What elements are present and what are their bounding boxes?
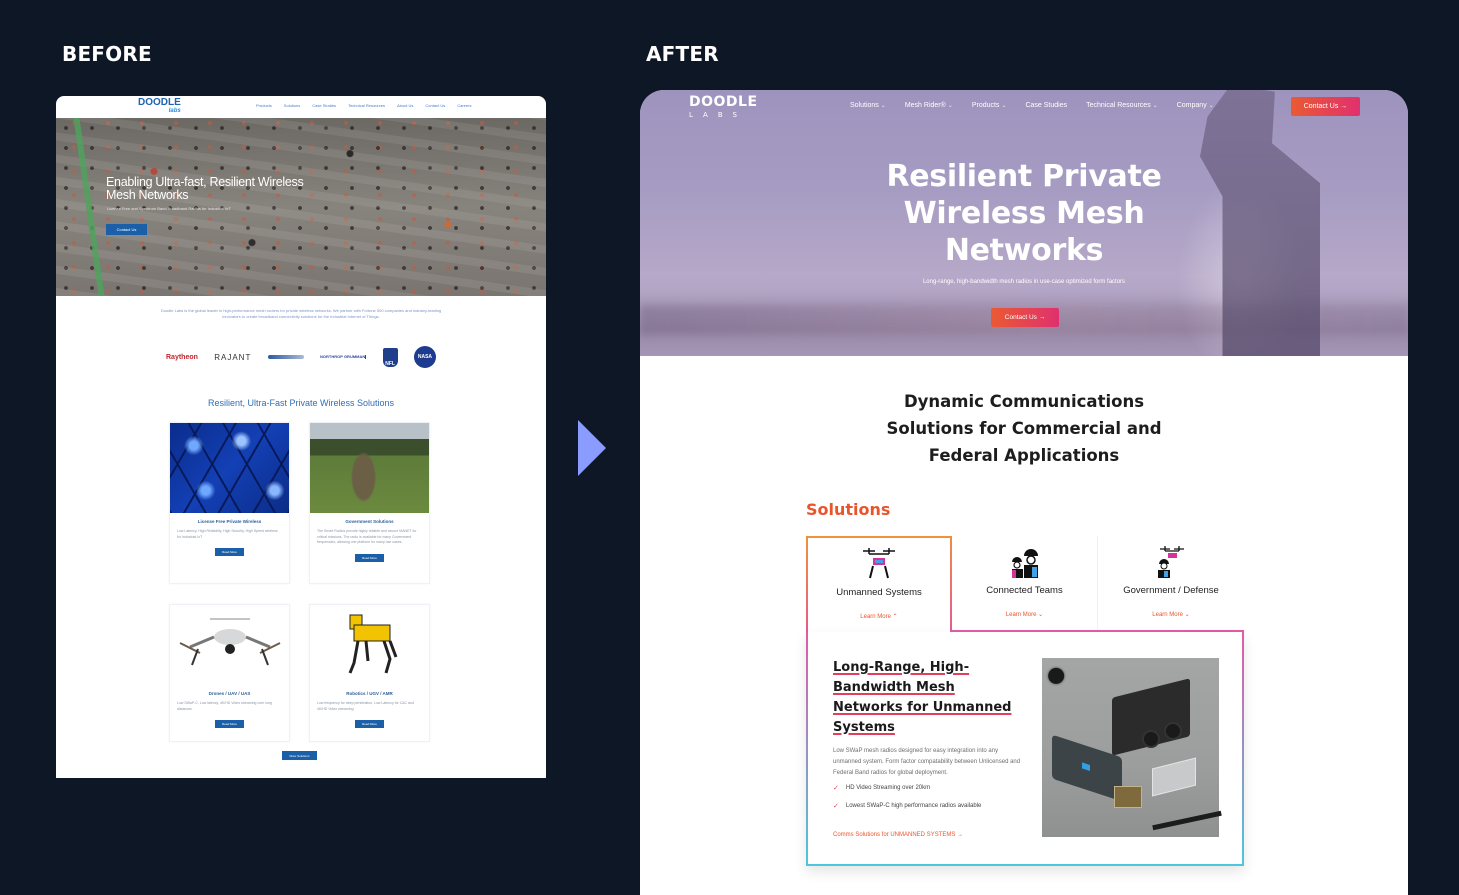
tab-border-decoration bbox=[950, 536, 952, 632]
read-more-button[interactable]: Read More bbox=[355, 720, 384, 728]
hexagon-network-image bbox=[170, 423, 289, 513]
nav-item-company[interactable]: Company ⌄ bbox=[1177, 102, 1214, 109]
panel-title: Long-Range, High- Bandwidth Mesh Network… bbox=[833, 660, 1012, 735]
before-label: BEFORE bbox=[62, 42, 152, 66]
nav-item-technical-resources[interactable]: Technical Resources ⌄ bbox=[1086, 102, 1158, 109]
chevron-down-icon: ⌄ bbox=[1152, 103, 1158, 109]
card-text: Low SWaP-C, Low latency, 4K/HD Video str… bbox=[177, 701, 272, 711]
hero-contact-button[interactable]: Contact Us → bbox=[991, 308, 1059, 327]
after-screenshot: DOODLE LABS Solutions ⌄ Mesh Rider® ⌄ Prod… bbox=[640, 90, 1408, 895]
propeller bbox=[1152, 810, 1222, 831]
hero-image-decoration bbox=[73, 118, 105, 296]
nav-contact-button[interactable]: Contact Us → bbox=[1291, 97, 1360, 116]
comms-solutions-link[interactable]: Comms Solutions for UNMANNED SYSTEMS → bbox=[833, 832, 963, 838]
before-section-title: Resilient, Ultra-Fast Private Wireless S… bbox=[207, 398, 395, 408]
after-logo[interactable]: DOODLE LABS bbox=[689, 94, 758, 122]
checkmark-icon: ✓ bbox=[833, 785, 839, 792]
after-hero-subtitle: Long-range, high-bandwidth mesh radios i… bbox=[922, 279, 1126, 285]
antenna-connector bbox=[1164, 722, 1182, 740]
learn-more-link[interactable]: Learn More ⌄ bbox=[952, 611, 1097, 618]
card-text: Low Latency, High Reliability, High Secu… bbox=[177, 529, 278, 539]
after-hero-title: Resilient Private Wireless Mesh Networks bbox=[886, 159, 1162, 268]
antenna-connector bbox=[1142, 730, 1160, 748]
before-navbar: DOODLE labs Products Solutions Case Stud… bbox=[56, 96, 546, 118]
solutions-heading: Solutions bbox=[806, 500, 891, 519]
ge-logo bbox=[267, 355, 304, 359]
after-label: AFTER bbox=[646, 42, 719, 66]
before-nav-item[interactable]: Solutions bbox=[284, 103, 300, 108]
before-hero: Enabling Ultra-fast, Resilient Wireless … bbox=[56, 118, 546, 296]
before-screenshot: DOODLE labs Products Solutions Case Stud… bbox=[56, 96, 546, 778]
before-nav-item[interactable]: Contact Us bbox=[425, 103, 445, 108]
card-text: Low frequency for deep penetration, Low … bbox=[317, 701, 414, 711]
before-nav-item[interactable]: Products bbox=[256, 103, 272, 108]
before-hero-title: Enabling Ultra-fast, Resilient Wireless … bbox=[106, 175, 304, 202]
before-nav-item[interactable]: Technical Resources bbox=[348, 103, 385, 108]
before-logo[interactable]: DOODLE labs bbox=[138, 98, 181, 116]
learn-more-link[interactable]: Learn More ⌃ bbox=[808, 613, 950, 620]
learn-more-link[interactable]: Learn More ⌄ bbox=[1098, 611, 1244, 618]
before-contact-button[interactable]: Contact Us bbox=[106, 224, 147, 235]
feature-item: ✓ Lowest SWaP-C high performance radios … bbox=[833, 803, 982, 810]
chevron-down-icon: ⌄ bbox=[947, 103, 953, 109]
feature-list: ✓ HD Video Streaming over 20km ✓ Lowest … bbox=[833, 784, 981, 820]
more-solutions-button[interactable]: More Solutions bbox=[282, 751, 317, 760]
tab-government-defense[interactable]: Government / Defense Learn More ⌄ bbox=[1098, 536, 1244, 632]
panel-description: Low SWaP mesh radios designed for easy i… bbox=[833, 748, 1021, 776]
partner-logos: Raytheon RAJANT NORTHROP GRUMMAN NFL NAS… bbox=[166, 346, 436, 368]
after-nav: Solutions ⌄ Mesh Rider® ⌄ Products ⌄ Case S… bbox=[850, 102, 1214, 109]
radio-module bbox=[1114, 786, 1142, 808]
tab-unmanned-systems[interactable]: Unmanned Systems Learn More ⌃ bbox=[806, 536, 952, 634]
before-nav-links: Products Solutions Case Studies Technica… bbox=[256, 103, 471, 108]
before-nav-item[interactable]: Case Studies bbox=[312, 103, 336, 108]
nav-item-products[interactable]: Products ⌄ bbox=[972, 102, 1007, 109]
drone-image bbox=[170, 605, 289, 685]
before-hero-subtitle: License Free and Spectrum Band Broadband… bbox=[107, 206, 231, 211]
logo-subtext: labs bbox=[168, 108, 181, 114]
logo-text: DOODLE bbox=[689, 94, 758, 110]
rajant-logo: RAJANT bbox=[214, 352, 252, 362]
read-more-button[interactable]: Read More bbox=[355, 553, 384, 562]
read-more-button[interactable]: Read More bbox=[215, 548, 244, 556]
nav-item-solutions[interactable]: Solutions ⌄ bbox=[850, 102, 886, 109]
drone-icon bbox=[862, 548, 896, 580]
chevron-down-icon: ⌄ bbox=[1208, 103, 1214, 109]
raytheon-logo: Raytheon bbox=[166, 353, 198, 361]
feature-item: ✓ HD Video Streaming over 20km bbox=[833, 785, 931, 792]
read-more-button[interactable]: Read More bbox=[215, 720, 244, 728]
radio-plate bbox=[1152, 757, 1196, 797]
solution-card: License Free Private Wireless Low Latenc… bbox=[169, 422, 290, 584]
smart-radio-product-image bbox=[1042, 658, 1222, 837]
arrow-right-icon bbox=[578, 420, 606, 476]
robot-dog-image bbox=[310, 605, 429, 685]
logo-subtext: LABS bbox=[689, 111, 747, 119]
nfl-logo: NFL bbox=[382, 347, 398, 367]
soldier-drone-image bbox=[310, 423, 429, 513]
solution-card: Robotics / UGV / AMR Low frequency for d… bbox=[309, 604, 430, 742]
soldier-drone-icon bbox=[1154, 546, 1188, 578]
after-hero: DOODLE LABS Solutions ⌄ Mesh Rider® ⌄ Prod… bbox=[640, 90, 1408, 356]
solution-card: Drones / UAV / UAS Low SWaP-C, Low laten… bbox=[169, 604, 290, 742]
nav-item-case-studies[interactable]: Case Studies bbox=[1025, 102, 1067, 109]
nasa-logo: NASA bbox=[413, 346, 436, 368]
chevron-down-icon: ⌄ bbox=[1001, 103, 1007, 109]
nav-item-mesh-rider[interactable]: Mesh Rider® ⌄ bbox=[905, 102, 953, 109]
solution-tabs: Unmanned Systems Learn More ⌃ Connected … bbox=[806, 536, 1244, 634]
card-text: The Smart Radios provide highly reliable… bbox=[317, 529, 417, 544]
tab-connected-teams[interactable]: Connected Teams Learn More ⌄ bbox=[952, 536, 1098, 632]
solution-card: Government Solutions The Smart Radios pr… bbox=[309, 422, 430, 584]
chevron-down-icon: ⌄ bbox=[880, 103, 886, 109]
checkmark-icon: ✓ bbox=[833, 803, 839, 810]
headline: Dynamic Communications Solutions for Com… bbox=[886, 392, 1162, 465]
before-nav-item[interactable]: Careers bbox=[457, 103, 471, 108]
before-nav-item[interactable]: About Us bbox=[397, 103, 413, 108]
northrop-grumman-logo: NORTHROP GRUMMAN bbox=[320, 354, 367, 359]
workers-icon bbox=[1008, 546, 1042, 578]
solution-detail-panel: Long-Range, High- Bandwidth Mesh Network… bbox=[806, 632, 1244, 866]
before-intro-text: Doodle Labs is the global leader in high… bbox=[160, 308, 442, 319]
